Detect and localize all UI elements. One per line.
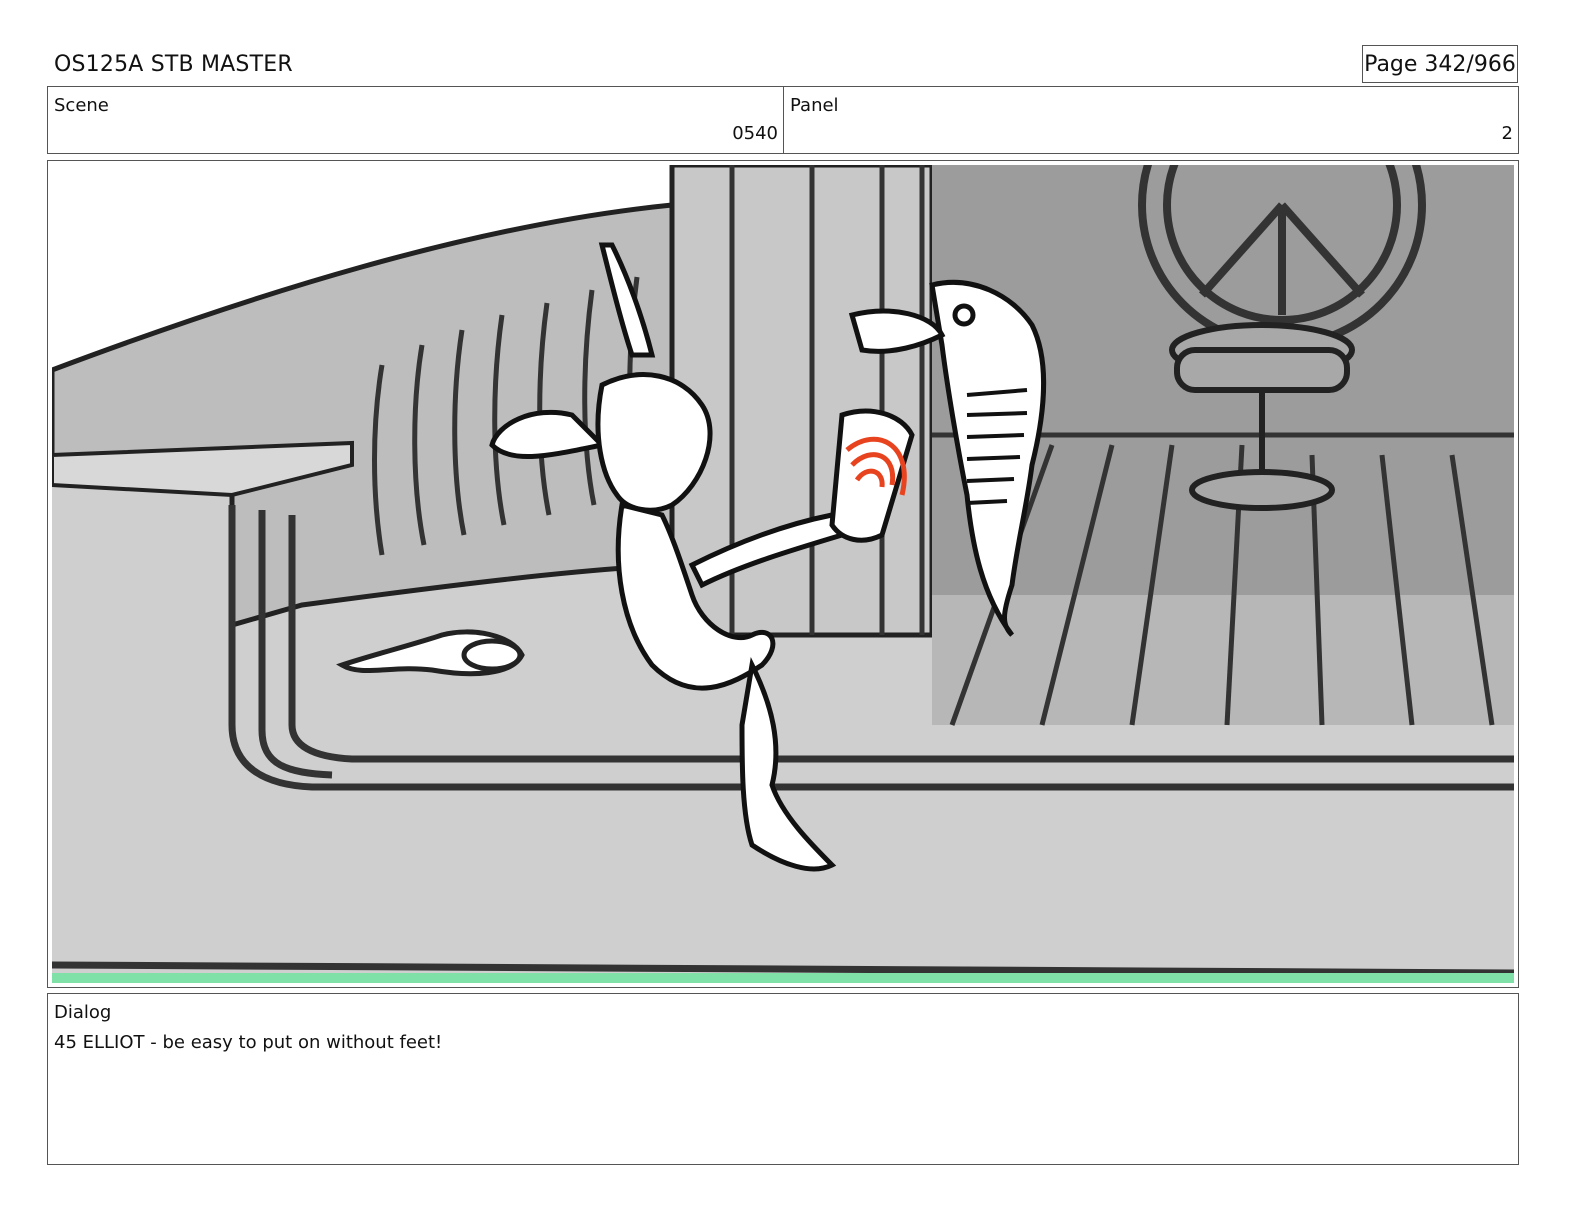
fish-eye-icon <box>952 303 976 327</box>
scene-value: 0540 <box>732 123 778 144</box>
scene-panel-row: Scene 0540 Panel 2 <box>47 86 1519 154</box>
dialog-label: Dialog <box>54 1002 112 1023</box>
bottom-edge-strip <box>52 973 1514 983</box>
dialog-text: 45 ELLIOT - be easy to put on without fe… <box>54 1032 443 1053</box>
page-number: Page 342/966 <box>1362 45 1518 83</box>
panel-value: 2 <box>1501 123 1513 144</box>
storyboard-frame <box>47 160 1519 988</box>
panel-cell: Panel 2 <box>784 87 1518 153</box>
cabin-floor <box>932 595 1514 725</box>
document-title: OS125A STB MASTER <box>54 52 293 77</box>
dialog-box: Dialog 45 ELLIOT - be easy to put on wit… <box>47 993 1519 1165</box>
scene-cell: Scene 0540 <box>48 87 784 153</box>
scene-label: Scene <box>54 95 109 116</box>
storyboard-drawing <box>52 165 1514 983</box>
panel-label: Panel <box>790 95 839 116</box>
